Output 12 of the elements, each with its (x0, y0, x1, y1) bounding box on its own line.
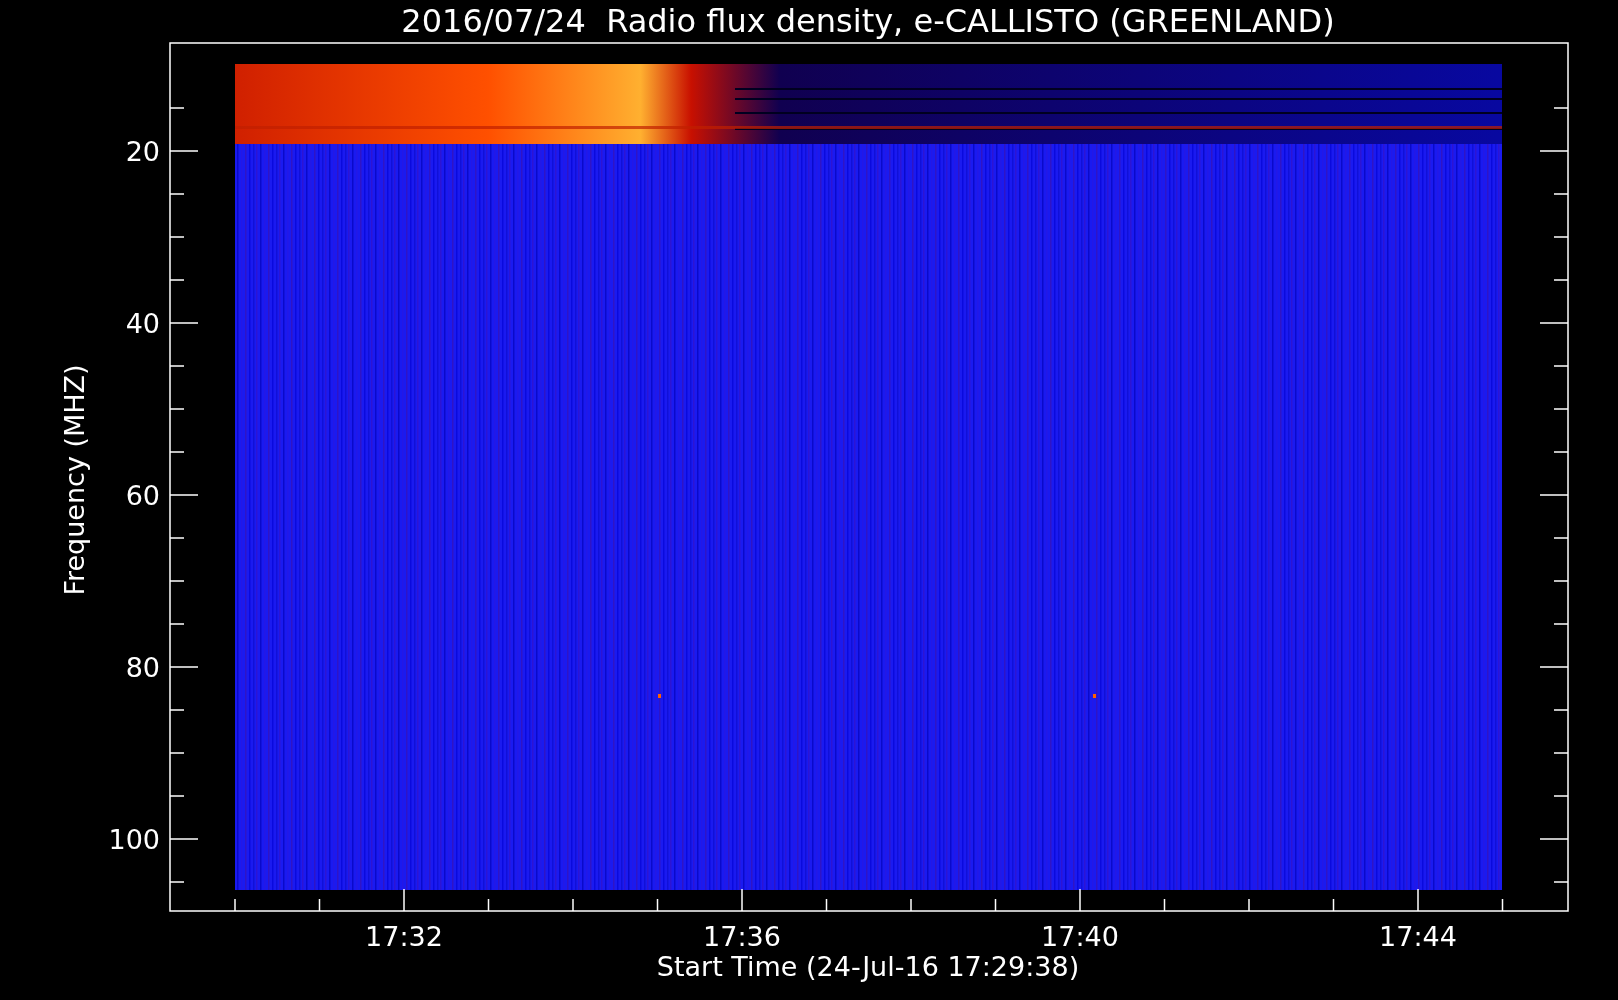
chart-title: 2016/07/24 Radio flux density, e-CALLISTO (GREENLAND) (401, 2, 1335, 40)
y-tick-label: 40 (125, 308, 160, 339)
y-axis-label: Frequency (MHZ) (59, 364, 90, 596)
y-tick-label: 60 (125, 480, 160, 511)
x-tick-label: 17:32 (365, 921, 443, 952)
x-tick-label: 17:40 (1041, 921, 1119, 952)
x-tick-label: 17:44 (1379, 921, 1457, 952)
y-tick-label: 20 (125, 136, 160, 167)
x-tick-label: 17:36 (703, 921, 781, 952)
y-tick-label: 80 (125, 652, 160, 683)
y-tick-label: 100 (108, 824, 160, 855)
x-axis-label: Start Time (24-Jul-16 17:29:38) (656, 951, 1080, 982)
